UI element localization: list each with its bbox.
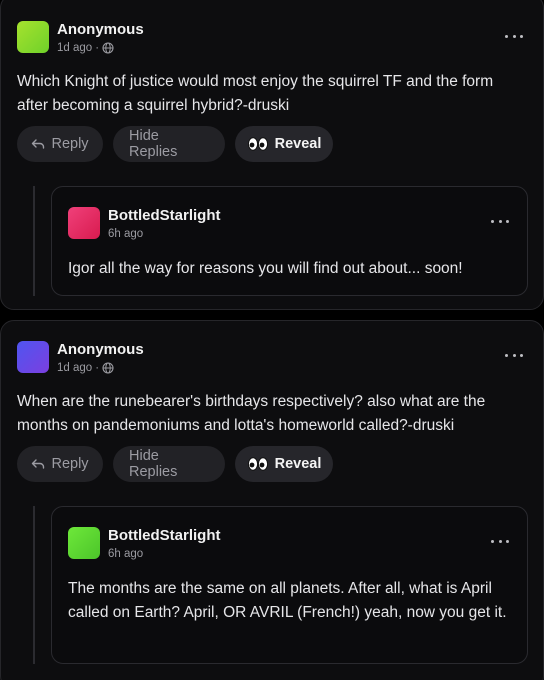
hide-replies-label: Hide Replies xyxy=(129,128,178,160)
post-card: Anonymous 1d ago · When are the runebear… xyxy=(0,320,544,680)
eyes-icon xyxy=(247,456,269,472)
reply-button[interactable]: Reply xyxy=(17,126,103,162)
more-options-icon[interactable] xyxy=(503,29,525,43)
avatar[interactable] xyxy=(17,341,49,373)
reveal-label: Reveal xyxy=(274,136,322,152)
meta-separator: · xyxy=(95,362,100,374)
globe-icon xyxy=(102,362,114,374)
reply-arrow-icon xyxy=(31,458,45,470)
more-options-icon[interactable] xyxy=(489,214,511,228)
post-text: Which Knight of justice would most enjoy… xyxy=(17,73,494,114)
more-options-icon[interactable] xyxy=(489,534,511,548)
reply-arrow-icon xyxy=(31,138,45,150)
hide-replies-button[interactable]: Hide Replies xyxy=(113,126,225,162)
author-name[interactable]: Anonymous xyxy=(57,341,144,359)
post-card: Anonymous 1d ago · Which Knight of justi… xyxy=(0,0,544,310)
reply-card: BottledStarlight 6h ago Igor all the way… xyxy=(51,186,528,296)
more-options-icon[interactable] xyxy=(503,348,525,362)
post-header: Anonymous 1d ago · xyxy=(17,341,144,374)
thread-line xyxy=(33,186,35,296)
author-name[interactable]: Anonymous xyxy=(57,21,144,39)
hide-replies-label: Hide Replies xyxy=(129,448,178,480)
post-header: Anonymous 1d ago · xyxy=(17,21,144,54)
reply-text: Igor all the way for reasons you will fi… xyxy=(68,260,463,277)
globe-icon xyxy=(102,42,114,54)
reply-label: Reply xyxy=(51,456,89,472)
post-actions: Reply Hide Replies Reveal xyxy=(17,446,333,482)
reply-timestamp: 6h ago xyxy=(108,548,144,560)
post-text: When are the runebearer's birthdays resp… xyxy=(17,393,486,434)
reply-card: BottledStarlight 6h ago The months are t… xyxy=(51,506,528,664)
reveal-button[interactable]: Reveal xyxy=(235,126,333,162)
meta-separator: · xyxy=(95,42,100,54)
reply-label: Reply xyxy=(51,136,89,152)
reply-header: BottledStarlight 6h ago xyxy=(68,207,221,240)
reply-button[interactable]: Reply xyxy=(17,446,103,482)
reveal-button[interactable]: Reveal xyxy=(235,446,333,482)
post-timestamp: 1d ago xyxy=(57,362,93,374)
eyes-icon xyxy=(247,136,269,152)
reply-timestamp: 6h ago xyxy=(108,228,144,240)
hide-replies-button[interactable]: Hide Replies xyxy=(113,446,225,482)
author-name[interactable]: BottledStarlight xyxy=(108,207,221,225)
post-actions: Reply Hide Replies Reveal xyxy=(17,126,333,162)
author-name[interactable]: BottledStarlight xyxy=(108,527,221,545)
avatar[interactable] xyxy=(68,207,100,239)
avatar[interactable] xyxy=(68,527,100,559)
reveal-label: Reveal xyxy=(274,456,322,472)
reply-text: The months are the same on all planets. … xyxy=(68,580,507,621)
post-timestamp: 1d ago xyxy=(57,42,93,54)
avatar[interactable] xyxy=(17,21,49,53)
thread-line xyxy=(33,506,35,664)
reply-header: BottledStarlight 6h ago xyxy=(68,527,221,560)
